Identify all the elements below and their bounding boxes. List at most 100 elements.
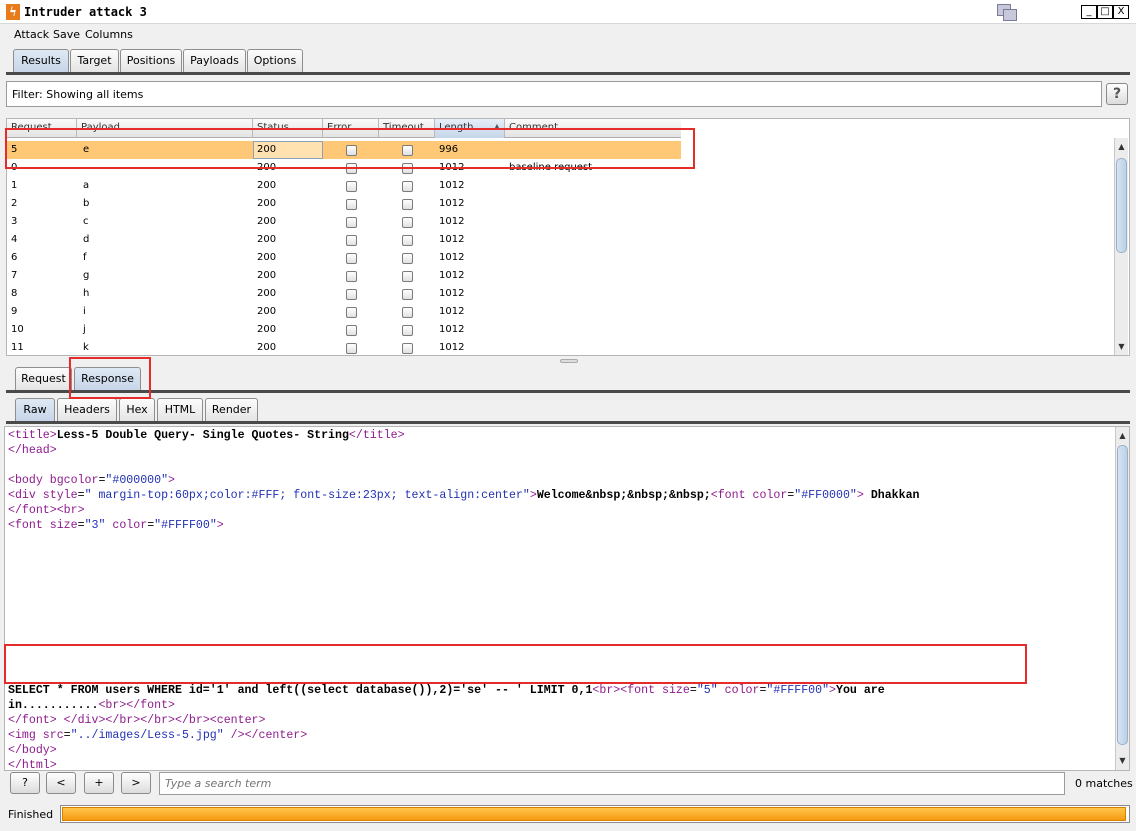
error-checkbox[interactable]	[346, 271, 357, 282]
scroll-down-icon[interactable]: ▼	[1115, 340, 1128, 354]
minimize-button[interactable]: _	[1081, 5, 1097, 19]
detail-tabs: Request Response	[15, 367, 155, 390]
timeout-checkbox[interactable]	[402, 289, 413, 300]
column-header-length[interactable]: Length ▲	[435, 119, 505, 138]
table-row[interactable]: 10 j 200 1012	[7, 321, 681, 339]
column-header-payload[interactable]: Payload	[77, 119, 253, 138]
column-header-request[interactable]: Request	[7, 119, 77, 138]
cell-length: 1012	[439, 198, 465, 209]
tab-response[interactable]: Response	[74, 367, 141, 390]
error-checkbox[interactable]	[346, 199, 357, 210]
close-button[interactable]: X	[1113, 5, 1129, 19]
table-scrollbar[interactable]: ▲ ▼	[1114, 138, 1128, 355]
table-row[interactable]: 0 200 1012 baseline request	[7, 159, 681, 177]
error-checkbox[interactable]	[346, 289, 357, 300]
error-checkbox[interactable]	[346, 163, 357, 174]
code-token: size	[49, 519, 78, 532]
error-checkbox[interactable]	[346, 235, 357, 246]
filter-help-button[interactable]: ?	[1106, 83, 1128, 105]
search-bar: ? < + > 0 matches	[0, 772, 1136, 798]
scroll-down-icon[interactable]: ▼	[1116, 754, 1129, 768]
cell-payload: k	[83, 342, 89, 353]
column-header-comment[interactable]: Comment	[505, 119, 681, 138]
pane-splitter-handle[interactable]	[560, 359, 578, 363]
error-checkbox[interactable]	[346, 253, 357, 264]
table-row[interactable]: 11 k 200 1012	[7, 339, 681, 355]
code-token: <body	[8, 474, 50, 487]
column-header-error[interactable]: Error	[323, 119, 379, 138]
cell-request: 11	[11, 342, 24, 353]
timeout-checkbox[interactable]	[402, 343, 413, 354]
error-checkbox[interactable]	[346, 145, 357, 156]
error-checkbox[interactable]	[346, 181, 357, 192]
error-checkbox[interactable]	[346, 343, 357, 354]
column-header-status[interactable]: Status	[253, 119, 323, 138]
code-token: />	[223, 729, 245, 742]
error-checkbox[interactable]	[346, 325, 357, 336]
tab-raw[interactable]: Raw	[15, 398, 55, 421]
search-previous-button[interactable]: <	[46, 772, 76, 794]
response-scrollbar[interactable]: ▲ ▼	[1115, 427, 1129, 770]
error-checkbox[interactable]	[346, 217, 357, 228]
search-input[interactable]	[159, 772, 1065, 795]
tab-results[interactable]: Results	[13, 49, 69, 72]
menu-save[interactable]: Save	[53, 28, 80, 41]
code-token: >	[829, 684, 837, 697]
tab-target[interactable]: Target	[70, 49, 119, 72]
cell-request: 3	[11, 216, 18, 227]
table-row[interactable]: 2 b 200 1012	[7, 195, 681, 213]
scroll-thumb[interactable]	[1116, 158, 1127, 253]
table-row[interactable]: 6 f 200 1012	[7, 249, 681, 267]
search-next-button[interactable]: >	[121, 772, 151, 794]
timeout-checkbox[interactable]	[402, 163, 413, 174]
code-token: >	[529, 489, 537, 502]
table-row[interactable]: 1 a 200 1012	[7, 177, 681, 195]
table-row[interactable]: 5 e 200 996	[7, 141, 681, 159]
timeout-checkbox[interactable]	[402, 271, 413, 282]
cell-status: 200	[257, 252, 277, 263]
timeout-checkbox[interactable]	[402, 253, 413, 264]
cell-length: 1012	[439, 252, 465, 263]
tab-positions[interactable]: Positions	[120, 49, 182, 72]
tab-hex[interactable]: Hex	[119, 398, 155, 421]
tab-headers[interactable]: Headers	[57, 398, 117, 421]
cell-payload: c	[83, 216, 89, 227]
timeout-checkbox[interactable]	[402, 217, 413, 228]
cell-length: 1012	[439, 342, 465, 353]
table-row[interactable]: 3 c 200 1012	[7, 213, 681, 231]
tab-options[interactable]: Options	[247, 49, 303, 72]
table-row[interactable]: 9 i 200 1012	[7, 303, 681, 321]
table-row[interactable]: 4 d 200 1012	[7, 231, 681, 249]
tab-html[interactable]: HTML	[157, 398, 203, 421]
search-options-button[interactable]: +	[84, 772, 114, 794]
code-line: </html>	[8, 758, 920, 770]
tile-windows-icon[interactable]	[997, 4, 1019, 22]
timeout-checkbox[interactable]	[402, 325, 413, 336]
timeout-checkbox[interactable]	[402, 145, 413, 156]
scroll-up-icon[interactable]: ▲	[1115, 140, 1128, 154]
timeout-checkbox[interactable]	[402, 235, 413, 246]
code-token: " margin-top:60px;color:#FFF; font-size:…	[84, 489, 530, 502]
timeout-checkbox[interactable]	[402, 199, 413, 210]
response-body[interactable]: <title>Less-5 Double Query- Single Quote…	[4, 426, 1130, 771]
tab-request[interactable]: Request	[15, 367, 72, 390]
search-help-button[interactable]: ?	[10, 772, 40, 794]
error-checkbox[interactable]	[346, 307, 357, 318]
scroll-up-icon[interactable]: ▲	[1116, 429, 1129, 443]
filter-bar[interactable]: Filter: Showing all items	[6, 81, 1102, 107]
code-token: bgcolor	[49, 474, 99, 487]
menu-attack[interactable]: Attack	[14, 28, 49, 41]
scroll-thumb[interactable]	[1117, 445, 1128, 745]
table-row[interactable]: 8 h 200 1012	[7, 285, 681, 303]
timeout-checkbox[interactable]	[402, 181, 413, 192]
menu-columns[interactable]: Columns	[85, 28, 133, 41]
table-row[interactable]: 7 g 200 1012	[7, 267, 681, 285]
column-header-timeout[interactable]: Timeout	[379, 119, 435, 138]
code-token: </font>	[126, 699, 175, 712]
timeout-checkbox[interactable]	[402, 307, 413, 318]
tab-payloads[interactable]: Payloads	[183, 49, 246, 72]
tab-render[interactable]: Render	[205, 398, 258, 421]
maximize-button[interactable]: □	[1097, 5, 1113, 19]
code-token: <title>	[8, 429, 57, 442]
